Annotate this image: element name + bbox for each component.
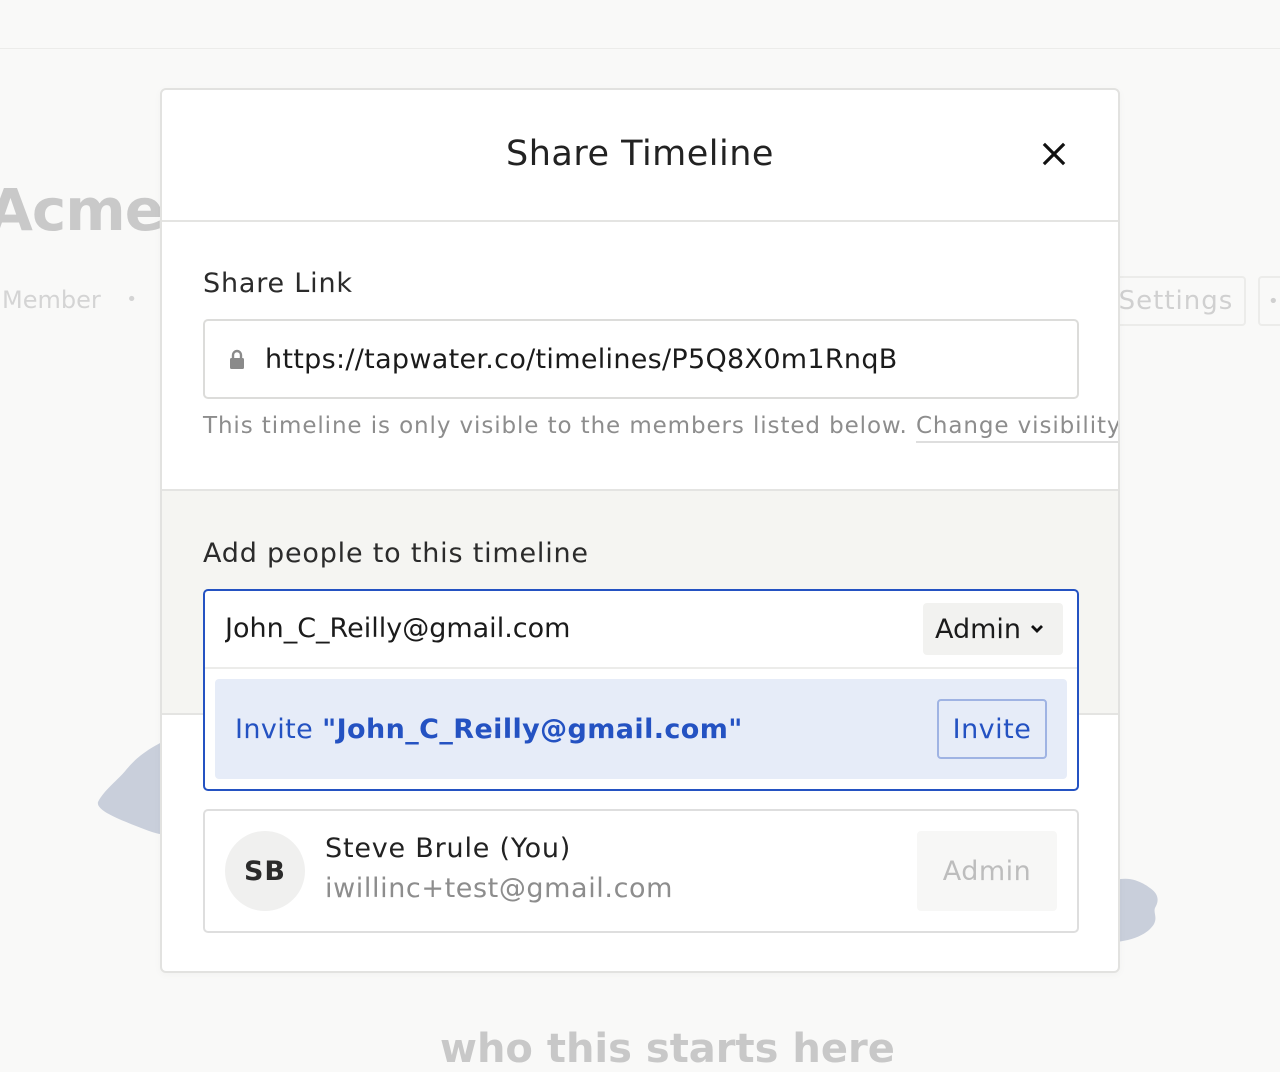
- close-icon: [1042, 142, 1066, 166]
- chevron-down-icon: [1031, 625, 1044, 633]
- modal-header: Share Timeline: [162, 90, 1118, 222]
- invite-combobox: Admin Invite "John_C_Reilly@gmail.com" I…: [203, 589, 1079, 791]
- close-button[interactable]: [1034, 134, 1074, 174]
- avatar: SB: [225, 831, 305, 911]
- app-topbar: [0, 0, 1280, 49]
- background-heading: who this starts here: [440, 1026, 895, 1072]
- add-people-label: Add people to this timeline: [203, 538, 589, 569]
- visibility-note-text: This timeline is only visible to the mem…: [203, 413, 908, 439]
- member-email: iwillinc+test@gmail.com: [325, 873, 674, 904]
- member-role-button: Admin: [917, 831, 1057, 911]
- role-dropdown[interactable]: Admin: [923, 603, 1063, 655]
- meta-separator: •: [126, 289, 137, 310]
- more-button[interactable]: •: [1258, 276, 1280, 326]
- combobox-divider: [205, 667, 1077, 669]
- invite-suggestion[interactable]: Invite "John_C_Reilly@gmail.com" Invite: [215, 679, 1067, 779]
- invite-suggestion-prefix: Invite: [235, 713, 323, 745]
- lock-icon: [230, 349, 244, 369]
- change-visibility-link[interactable]: Change visibility: [915, 413, 1118, 443]
- page-meta: Member •: [2, 286, 137, 314]
- watercolor-splash-right: [1116, 878, 1158, 942]
- member-name: Steve Brule (You): [325, 833, 572, 864]
- modal-title: Share Timeline: [506, 134, 774, 174]
- settings-button[interactable]: Settings: [1106, 276, 1246, 326]
- share-timeline-modal: Share Timeline Share Link https://tapwat…: [160, 88, 1120, 973]
- share-link-field[interactable]: https://tapwater.co/timelines/P5Q8X0m1Rn…: [203, 319, 1079, 399]
- visibility-note: This timeline is only visible to the mem…: [203, 413, 1118, 443]
- member-row: SB Steve Brule (You) iwillinc+test@gmail…: [203, 809, 1079, 933]
- role-dropdown-value: Admin: [935, 613, 1022, 645]
- invite-email-input[interactable]: [207, 593, 897, 663]
- share-link-url[interactable]: https://tapwater.co/timelines/P5Q8X0m1Rn…: [265, 344, 898, 375]
- invite-button[interactable]: Invite: [937, 699, 1047, 759]
- invite-suggestion-email: "John_C_Reilly@gmail.com": [322, 713, 743, 745]
- share-link-label: Share Link: [203, 268, 353, 299]
- invite-suggestion-text: Invite "John_C_Reilly@gmail.com": [235, 714, 743, 745]
- member-role-label: Member: [2, 286, 101, 314]
